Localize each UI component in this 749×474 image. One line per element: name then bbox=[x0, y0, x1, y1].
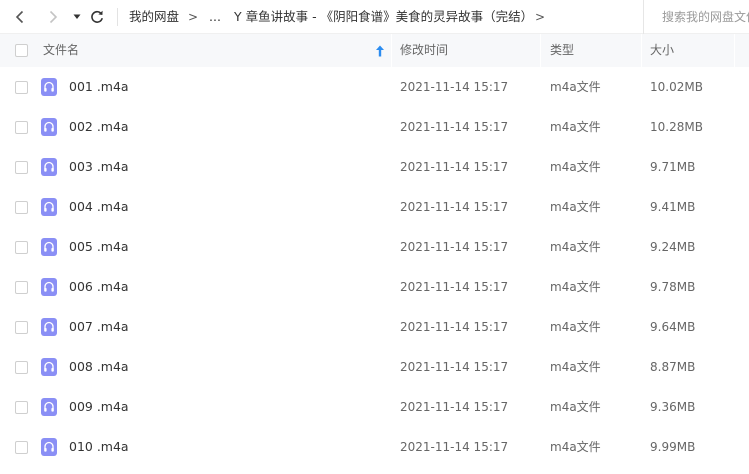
table-header: 文件名 修改时间 类型 大小 bbox=[0, 34, 749, 67]
chevron-right-icon bbox=[49, 10, 58, 24]
caret-down-icon bbox=[73, 14, 81, 19]
headphones-icon bbox=[41, 318, 57, 336]
breadcrumb-root[interactable]: 我的网盘 bbox=[129, 0, 179, 34]
file-size: 8.87MB bbox=[650, 360, 696, 374]
column-header-type[interactable]: 类型 bbox=[550, 34, 574, 67]
headphones-icon bbox=[41, 198, 57, 216]
headphones-icon bbox=[41, 438, 57, 456]
column-divider bbox=[391, 34, 392, 67]
file-name[interactable]: 004 .m4a bbox=[69, 187, 129, 227]
file-size: 9.41MB bbox=[650, 200, 696, 214]
file-name[interactable]: 009 .m4a bbox=[69, 387, 129, 427]
column-divider bbox=[641, 34, 642, 67]
file-size: 9.99MB bbox=[650, 440, 696, 454]
row-checkbox[interactable] bbox=[15, 281, 28, 294]
column-divider bbox=[540, 34, 541, 67]
file-row[interactable]: 005 .m4a 2021-11-14 15:17 m4a文件 9.24MB bbox=[0, 227, 749, 267]
file-modified-time: 2021-11-14 15:17 bbox=[400, 400, 509, 414]
file-modified-time: 2021-11-14 15:17 bbox=[400, 120, 509, 134]
file-modified-time: 2021-11-14 15:17 bbox=[400, 240, 509, 254]
file-row[interactable]: 007 .m4a 2021-11-14 15:17 m4a文件 9.64MB bbox=[0, 307, 749, 347]
file-name[interactable]: 001 .m4a bbox=[69, 67, 129, 107]
file-type: m4a文件 bbox=[550, 280, 601, 294]
search-input[interactable] bbox=[662, 10, 749, 24]
file-type: m4a文件 bbox=[550, 360, 601, 374]
file-row[interactable]: 002 .m4a 2021-11-14 15:17 m4a文件 10.28MB bbox=[0, 107, 749, 147]
headphones-icon bbox=[41, 398, 57, 416]
file-type: m4a文件 bbox=[550, 120, 601, 134]
file-type: m4a文件 bbox=[550, 240, 601, 254]
column-divider bbox=[734, 34, 735, 67]
headphones-icon bbox=[41, 158, 57, 176]
file-name[interactable]: 006 .m4a bbox=[69, 267, 129, 307]
sort-arrow-up-icon bbox=[376, 45, 384, 57]
search-box bbox=[643, 0, 749, 34]
file-modified-time: 2021-11-14 15:17 bbox=[400, 360, 509, 374]
row-checkbox[interactable] bbox=[15, 241, 28, 254]
file-modified-time: 2021-11-14 15:17 bbox=[400, 280, 509, 294]
file-modified-time: 2021-11-14 15:17 bbox=[400, 200, 509, 214]
file-type: m4a文件 bbox=[550, 80, 601, 94]
file-row[interactable]: 010 .m4a 2021-11-14 15:17 m4a文件 9.99MB bbox=[0, 427, 749, 467]
file-name[interactable]: 007 .m4a bbox=[69, 307, 129, 347]
file-type: m4a文件 bbox=[550, 160, 601, 174]
row-checkbox[interactable] bbox=[15, 321, 28, 334]
column-header-modified[interactable]: 修改时间 bbox=[400, 34, 448, 67]
breadcrumb-current[interactable]: Y 章鱼讲故事 - 《阴阳食谱》美食的灵异故事（完结） bbox=[234, 0, 533, 34]
headphones-icon bbox=[41, 118, 57, 136]
file-type: m4a文件 bbox=[550, 200, 601, 214]
file-row[interactable]: 009 .m4a 2021-11-14 15:17 m4a文件 9.36MB bbox=[0, 387, 749, 427]
file-row[interactable]: 006 .m4a 2021-11-14 15:17 m4a文件 9.78MB bbox=[0, 267, 749, 307]
forward-button[interactable] bbox=[42, 0, 64, 34]
breadcrumb-separator[interactable]: > bbox=[535, 0, 545, 34]
file-list: 001 .m4a 2021-11-14 15:17 m4a文件 10.02MB … bbox=[0, 67, 749, 467]
file-row[interactable]: 008 .m4a 2021-11-14 15:17 m4a文件 8.87MB bbox=[0, 347, 749, 387]
back-button[interactable] bbox=[9, 0, 31, 34]
file-name[interactable]: 002 .m4a bbox=[69, 107, 129, 147]
refresh-icon bbox=[91, 10, 103, 23]
file-name[interactable]: 005 .m4a bbox=[69, 227, 129, 267]
row-checkbox[interactable] bbox=[15, 201, 28, 214]
row-checkbox[interactable] bbox=[15, 121, 28, 134]
file-row[interactable]: 003 .m4a 2021-11-14 15:17 m4a文件 9.71MB bbox=[0, 147, 749, 187]
chevron-left-icon bbox=[15, 10, 24, 24]
file-row[interactable]: 004 .m4a 2021-11-14 15:17 m4a文件 9.41MB bbox=[0, 187, 749, 227]
file-name[interactable]: 003 .m4a bbox=[69, 147, 129, 187]
file-size: 9.36MB bbox=[650, 400, 696, 414]
row-checkbox[interactable] bbox=[15, 161, 28, 174]
file-name[interactable]: 010 .m4a bbox=[69, 427, 129, 467]
headphones-icon bbox=[41, 238, 57, 256]
file-name[interactable]: 008 .m4a bbox=[69, 347, 129, 387]
headphones-icon bbox=[41, 78, 57, 96]
row-checkbox[interactable] bbox=[15, 361, 28, 374]
file-modified-time: 2021-11-14 15:17 bbox=[400, 160, 509, 174]
file-size: 9.71MB bbox=[650, 160, 696, 174]
file-type: m4a文件 bbox=[550, 320, 601, 334]
column-header-size[interactable]: 大小 bbox=[650, 34, 674, 67]
file-size: 9.64MB bbox=[650, 320, 696, 334]
file-type: m4a文件 bbox=[550, 440, 601, 454]
file-row[interactable]: 001 .m4a 2021-11-14 15:17 m4a文件 10.02MB bbox=[0, 67, 749, 107]
nav-divider bbox=[117, 8, 118, 26]
headphones-icon bbox=[41, 278, 57, 296]
refresh-button[interactable] bbox=[86, 0, 108, 34]
headphones-icon bbox=[41, 358, 57, 376]
breadcrumb-separator: > bbox=[188, 10, 199, 24]
file-size: 10.02MB bbox=[650, 80, 703, 94]
row-checkbox[interactable] bbox=[15, 81, 28, 94]
breadcrumb-ellipsis[interactable]: ... bbox=[209, 0, 221, 34]
file-size: 10.28MB bbox=[650, 120, 703, 134]
history-dropdown-button[interactable] bbox=[66, 0, 88, 34]
row-checkbox[interactable] bbox=[15, 441, 28, 454]
file-size: 9.24MB bbox=[650, 240, 696, 254]
file-size: 9.78MB bbox=[650, 280, 696, 294]
select-all-checkbox[interactable] bbox=[15, 44, 28, 57]
file-modified-time: 2021-11-14 15:17 bbox=[400, 80, 509, 94]
row-checkbox[interactable] bbox=[15, 401, 28, 414]
column-header-name[interactable]: 文件名 bbox=[43, 34, 79, 67]
file-type: m4a文件 bbox=[550, 400, 601, 414]
file-modified-time: 2021-11-14 15:17 bbox=[400, 440, 509, 454]
top-bar: 我的网盘 > ... Y 章鱼讲故事 - 《阴阳食谱》美食的灵异故事（完结） > bbox=[0, 0, 749, 34]
file-modified-time: 2021-11-14 15:17 bbox=[400, 320, 509, 334]
